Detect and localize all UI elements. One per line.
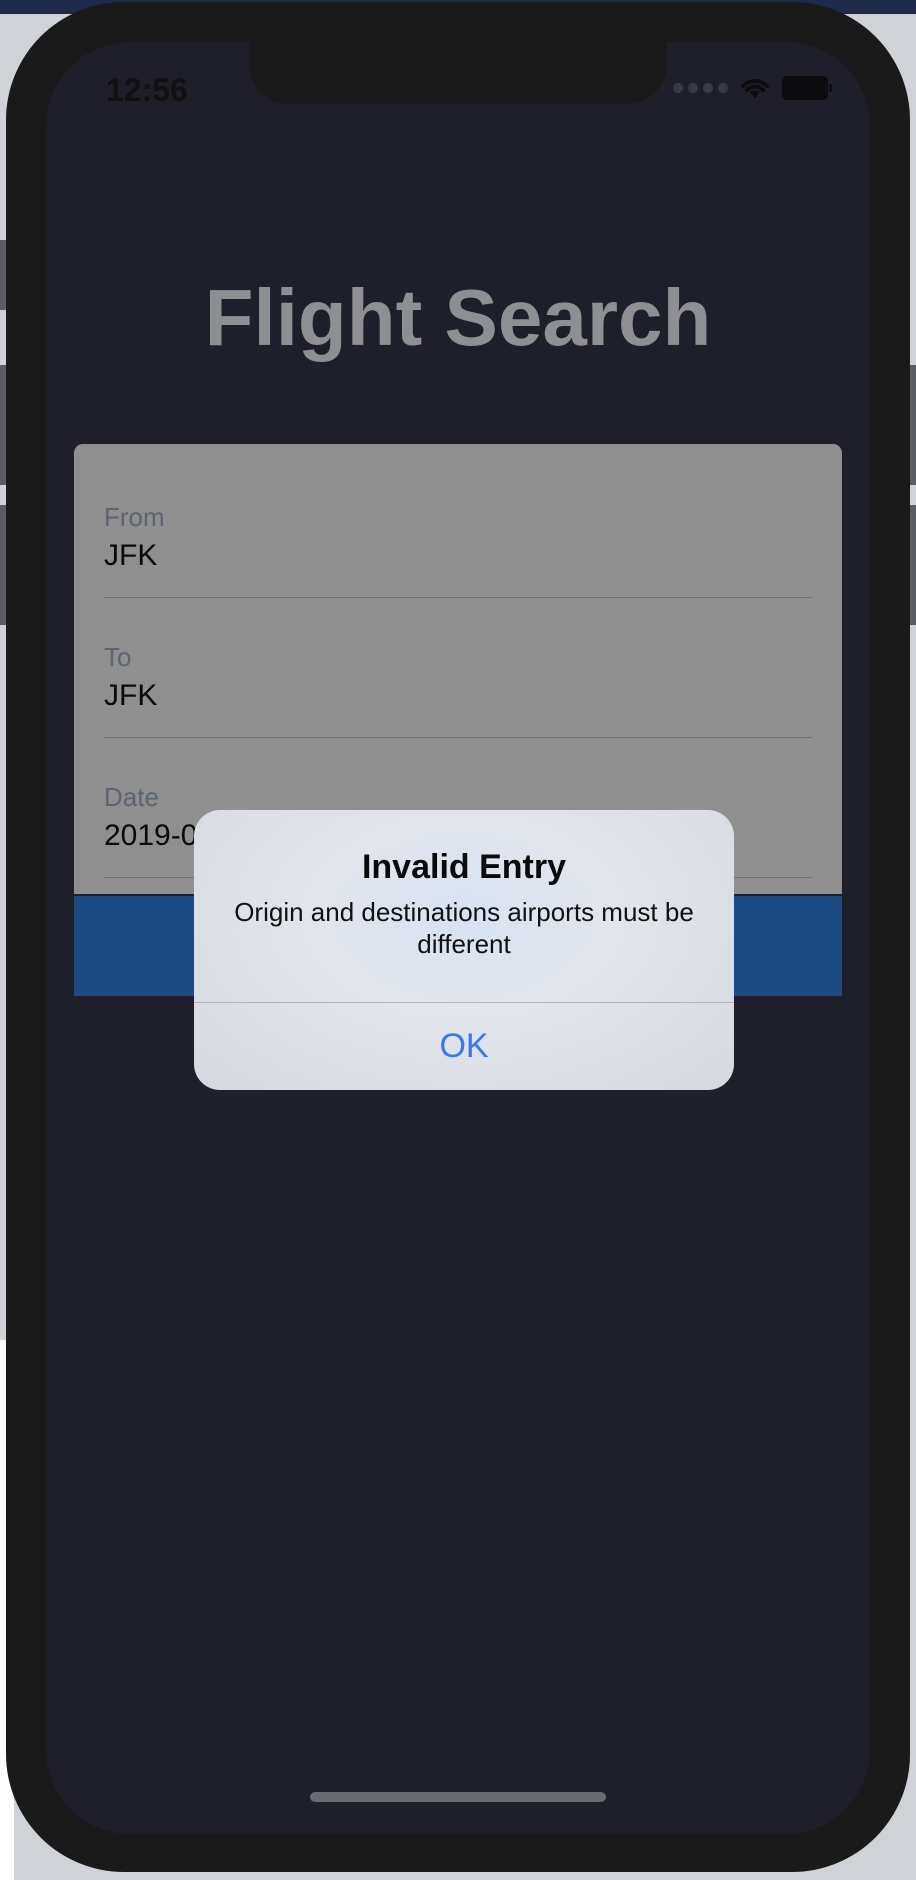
status-icons	[673, 76, 832, 100]
alert-ok-button[interactable]: OK	[194, 1003, 734, 1090]
from-field[interactable]: From JFK	[104, 500, 812, 598]
date-label: Date	[104, 782, 159, 812]
to-field[interactable]: To JFK	[104, 640, 812, 738]
alert-title: Invalid Entry	[361, 848, 567, 886]
home-indicator[interactable]	[310, 1792, 606, 1802]
to-input[interactable]: JFK	[104, 674, 812, 718]
app-screen: 12:56 Flight Search From JFK To JFK Date…	[46, 42, 870, 1834]
alert-message: Origin and destinations airports must be…	[234, 897, 694, 959]
status-time: 12:56	[106, 72, 188, 108]
battery-icon	[782, 76, 832, 100]
cellular-signal-icon	[673, 83, 728, 93]
field-divider	[104, 597, 812, 598]
wifi-icon	[741, 79, 769, 98]
page-title: Flight Search	[204, 273, 712, 362]
alert-dialog: Invalid Entry Origin and destinations ai…	[194, 810, 734, 1090]
notch	[249, 42, 667, 104]
to-label: To	[104, 642, 132, 672]
from-label: From	[104, 502, 165, 532]
field-divider	[104, 737, 812, 738]
phone-frame: 12:56 Flight Search From JFK To JFK Date…	[6, 2, 910, 1872]
from-input[interactable]: JFK	[104, 534, 812, 578]
